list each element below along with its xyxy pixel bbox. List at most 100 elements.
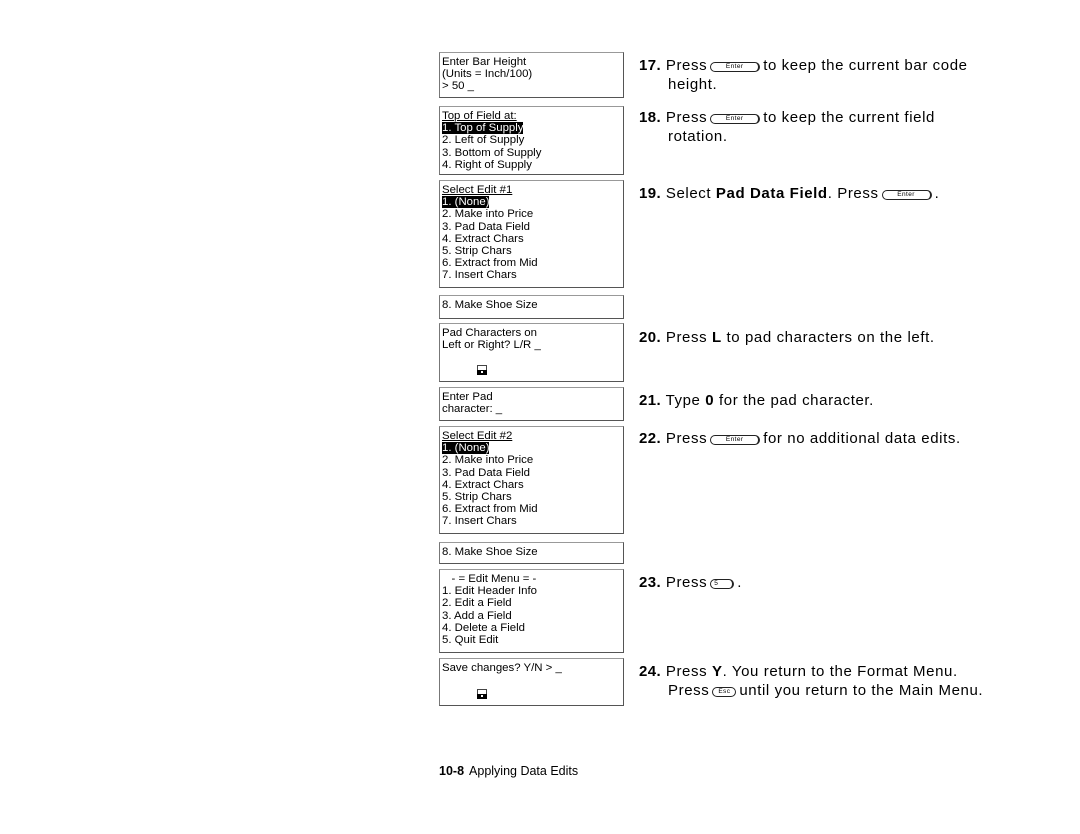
lcd-line: 3. Bottom of Supply [442, 147, 620, 159]
step-number: 24. [639, 663, 662, 680]
lcd-line-text: 3. Pad Data Field [442, 466, 531, 479]
lcd-line-text: 2. Make into Price [442, 208, 534, 221]
lcd-line: Save changes? Y/N > _ [442, 662, 620, 674]
step-text: Press [668, 682, 710, 699]
step-22: 22. Press Enter for no additional data edi… [639, 429, 961, 448]
step-text: . [737, 574, 742, 591]
step-text: Type [665, 392, 701, 409]
section-title: Applying Data Edits [469, 764, 579, 778]
enter-key-icon: Enter [710, 114, 761, 124]
lcd-line: Left or Right? L/R _ [442, 339, 620, 351]
lcd-line-text: (Units = Inch/100) [442, 68, 533, 81]
esc-key-icon: Esc [712, 687, 737, 697]
cursor-block-icon [477, 365, 487, 375]
step-text: to keep the current field [763, 109, 935, 126]
lcd-line: 3. Pad Data Field [442, 467, 620, 479]
enter-key-icon: Enter [881, 190, 932, 200]
lcd-line: Enter Bar Height [442, 56, 620, 68]
lcd-line-text: Enter Pad [442, 391, 493, 403]
step-text: for no additional data edits. [763, 430, 961, 447]
step-text: . Press [827, 185, 879, 202]
lcd-screen-pad-character: Enter Pad character: _ [439, 387, 624, 421]
lcd-line: 7. Insert Chars [442, 269, 620, 281]
lcd-line-text: 1. Top of Supply [442, 122, 524, 135]
lcd-line: 6. Extract from Mid [442, 257, 620, 269]
step-number: 17. [639, 57, 662, 74]
lcd-line: 1. Edit Header Info [442, 585, 620, 597]
lcd-line-text: 6. Extract from Mid [442, 257, 538, 270]
lcd-line: character: _ [442, 403, 620, 415]
lcd-line: 3. Pad Data Field [442, 221, 620, 233]
lcd-line: Top of Field at: [442, 110, 620, 122]
lcd-line-text: character: _ [442, 403, 503, 416]
page-footer: 10-8 Applying Data Edits [439, 764, 578, 778]
lcd-screen-save-changes: Save changes? Y/N > _ [439, 658, 624, 706]
step-text: . You return to the Format Menu. [722, 663, 958, 680]
lcd-line-text: 4. Extract Chars [442, 232, 524, 245]
lcd-line: Enter Pad [442, 391, 620, 403]
lcd-line-text: 6. Extract from Mid [442, 503, 538, 516]
lcd-line: 4. Delete a Field [442, 622, 620, 634]
step-text: Press [665, 109, 708, 126]
lcd-line: 4. Extract Chars [442, 479, 620, 491]
step-number: 22. [639, 430, 662, 447]
lcd-line-selected: 1. (None) [442, 196, 620, 209]
lcd-line: (Units = Inch/100) [442, 68, 620, 80]
menu-option-name: Pad Data Field [715, 185, 828, 202]
lcd-line-text: 2. Edit a Field [442, 597, 512, 610]
lcd-screen-edit-menu: - = Edit Menu = -1. Edit Header Info 2. E… [439, 569, 624, 653]
lcd-line-text: 5. Quit Edit [442, 634, 499, 647]
step-text: Press [665, 430, 708, 447]
lcd-line-text: 8. Make Shoe Size [442, 299, 538, 311]
lcd-line: 5. Quit Edit [442, 634, 620, 646]
lcd-line: 8. Make Shoe Size [442, 299, 620, 311]
lcd-screen-select-edit-2: Select Edit #2 1. (None) 2. Make into Pric… [439, 426, 624, 534]
step-text: . [934, 185, 940, 202]
lcd-line-text: 5. Strip Chars [442, 245, 512, 258]
lcd-line-text: 1. (None) [442, 442, 490, 455]
key-name: Y [711, 663, 723, 680]
five-key-icon: 5 [710, 579, 735, 589]
step-24: 24. Press Y. You return to the Format Me… [639, 662, 983, 700]
step-20: 20. Press L to pad characters on the lef… [639, 328, 935, 347]
lcd-line: - = Edit Menu = - [442, 573, 620, 585]
enter-key-icon: Enter [710, 62, 761, 72]
lcd-line-text: 8. Make Shoe Size [442, 546, 538, 558]
lcd-line-text: 3. Add a Field [442, 609, 512, 622]
lcd-line-text: 7. Insert Chars [442, 515, 517, 528]
step-number: 19. [639, 185, 662, 202]
step-text: Press [665, 57, 708, 74]
step-text: Press [665, 329, 708, 346]
step-text: rotation. [668, 128, 728, 145]
lcd-line: 2. Edit a Field [442, 597, 620, 609]
lcd-line-text: 4. Extract Chars [442, 478, 524, 491]
step-text: height. [668, 76, 718, 93]
step-17: 17. Press Enter to keep the current bar co… [639, 56, 968, 94]
step-number: 20. [639, 329, 662, 346]
lcd-line: 5. Strip Chars [442, 491, 620, 503]
lcd-line-selected: 1. (None) [442, 442, 620, 455]
lcd-line-text: Select Edit #1 [442, 184, 513, 196]
lcd-line-text: 2. Left of Supply [442, 134, 525, 147]
lcd-line: 2. Make into Price [442, 208, 620, 220]
lcd-line-text: 7. Insert Chars [442, 269, 517, 282]
key-name: L [711, 329, 722, 346]
lcd-line-text: Pad Characters on [442, 327, 537, 339]
lcd-line: 4. Right of Supply [442, 159, 620, 171]
lcd-line-text: Enter Bar Height [442, 56, 527, 68]
lcd-line: 7. Insert Chars [442, 515, 620, 527]
lcd-line-text: Top of Field at: [442, 110, 517, 122]
step-text: to pad characters on the left. [726, 329, 935, 346]
lcd-line: 6. Extract from Mid [442, 503, 620, 515]
lcd-line: 2. Make into Price [442, 454, 620, 466]
lcd-screen-field-position: Top of Field at: 1. Top of Supply 2. Left … [439, 106, 624, 175]
lcd-line: Select Edit #2 [442, 430, 620, 442]
lcd-line-text: 3. Bottom of Supply [442, 146, 542, 159]
lcd-line: 5. Strip Chars [442, 245, 620, 257]
lcd-line-text: > 50 _ [442, 80, 474, 93]
step-21: 21. Type 0 for the pad character. [639, 391, 874, 410]
lcd-screen-bar-height: Enter Bar Height (Units = Inch/100) > 50 _ [439, 52, 624, 98]
lcd-line-text: - = Edit Menu = - [442, 573, 537, 585]
lcd-screen-pad-side: Pad Characters on Left or Right? L/R _ [439, 323, 624, 382]
step-number: 18. [639, 109, 662, 126]
